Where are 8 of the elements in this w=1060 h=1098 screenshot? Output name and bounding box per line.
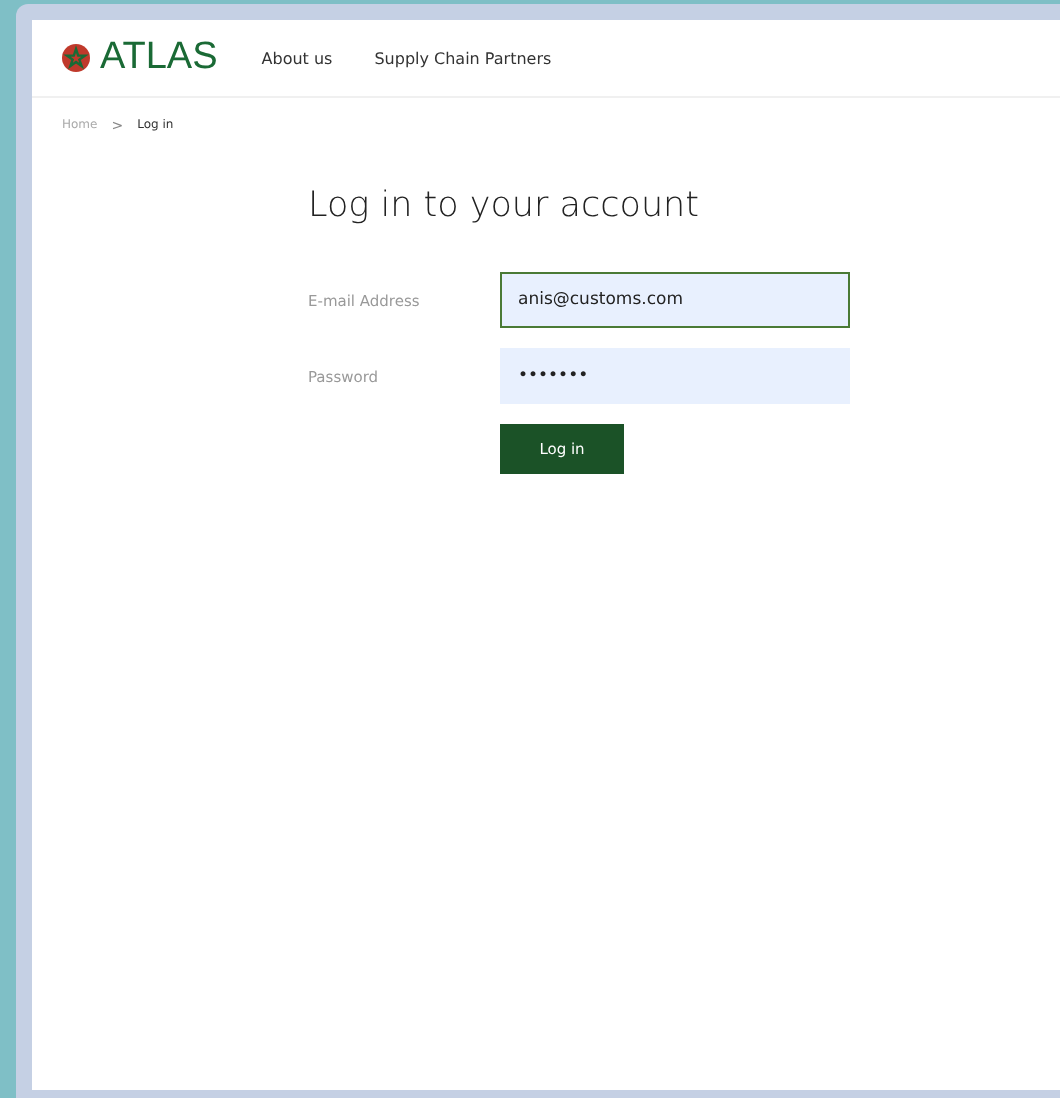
logo-text: ATLAS: [100, 36, 218, 80]
nav-link[interactable]: About us: [261, 49, 333, 67]
input-field[interactable]: anis@customs.com: [500, 272, 850, 328]
nav-link[interactable]: Supply Chain Partners: [374, 49, 552, 67]
logo[interactable]: ATLAS: [62, 36, 218, 80]
input-field[interactable]: •••••••: [500, 348, 850, 404]
page-title: Log in to your account: [308, 186, 701, 226]
star-emblem-icon: [62, 44, 90, 72]
